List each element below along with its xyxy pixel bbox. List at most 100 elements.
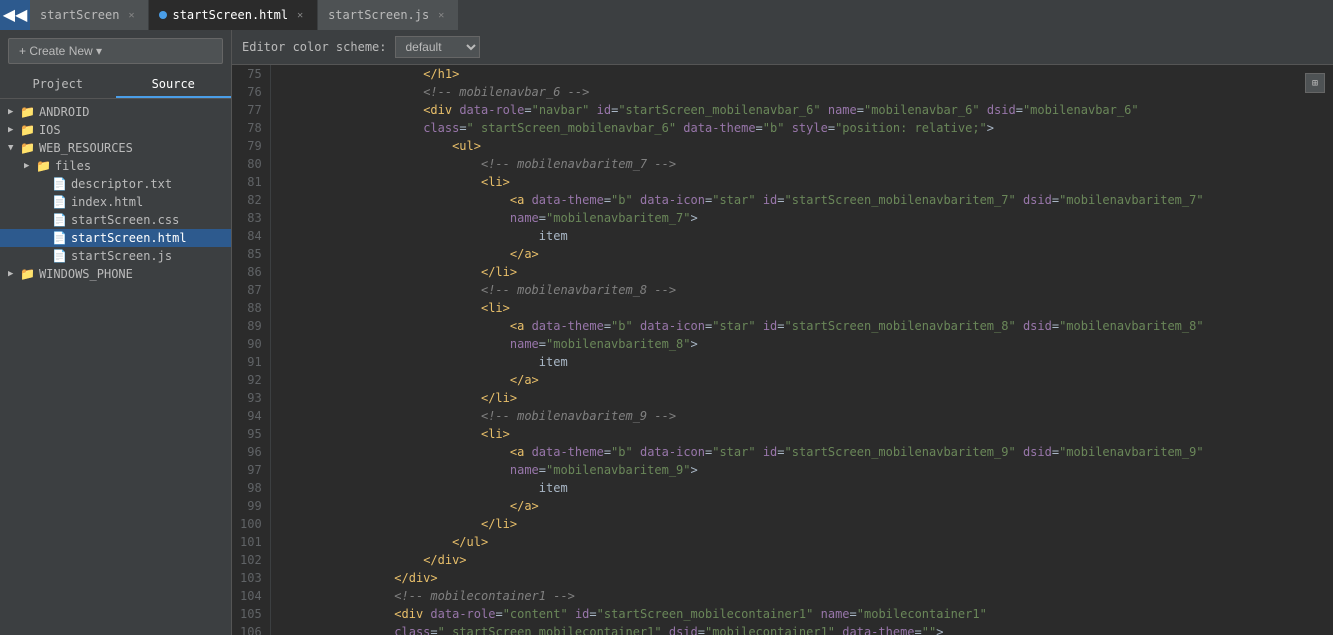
tree-item-label: WEB_RESOURCES [39,141,133,155]
line-number: 92 [240,371,262,389]
code-line: <a data-theme="b" data-icon="star" id="s… [279,443,1325,461]
code-line: name="mobilenavbaritem_9"> [279,461,1325,479]
line-number: 77 [240,101,262,119]
editor-content: 7576777879808182838485868788899091929394… [232,65,1333,635]
color-scheme-select[interactable]: default dark light [395,36,480,58]
arrow-icon: ▶ [8,107,20,117]
tree-item-label: startScreen.js [71,249,172,263]
line-numbers: 7576777879808182838485868788899091929394… [232,65,271,635]
editor-wrapper: 7576777879808182838485868788899091929394… [232,65,1333,635]
create-new-button[interactable]: + Create New ▾ [8,38,223,64]
code-line: </li> [279,263,1325,281]
code-line: </li> [279,389,1325,407]
close-icon[interactable]: ✕ [293,8,307,22]
code-line: <div data-role="content" id="startScreen… [279,605,1325,623]
code-line: <li> [279,173,1325,191]
line-number: 105 [240,605,262,623]
code-line: <ul> [279,137,1325,155]
line-number: 102 [240,551,262,569]
line-number: 106 [240,623,262,635]
tree-item-label: startScreen.css [71,213,179,227]
tree-item-label: descriptor.txt [71,177,172,191]
code-line: <li> [279,425,1325,443]
tree-item-startscreen-html[interactable]: ▶ 📄 startScreen.html [0,229,231,247]
tree-item-label: ANDROID [39,105,90,119]
code-line: item [279,227,1325,245]
editor-area: Editor color scheme: default dark light … [232,30,1333,635]
tree-item-index-html[interactable]: ▶ 📄 index.html [0,193,231,211]
tree-item-web-resources[interactable]: ▼ 📁 WEB_RESOURCES [0,139,231,157]
code-line: <!-- mobilenavbar_6 --> [279,83,1325,101]
tab-bar: ◀◀ startScreen ✕ startScreen.html ✕ star… [0,0,1333,30]
code-line: <!-- mobilenavbaritem_8 --> [279,281,1325,299]
code-line: item [279,479,1325,497]
line-number: 86 [240,263,262,281]
line-number: 85 [240,245,262,263]
tab-startScreen[interactable]: startScreen ✕ [30,0,149,30]
arrow-icon: ▶ [24,161,36,171]
arrow-icon: ▶ [8,269,20,279]
arrow-icon: ▼ [8,143,20,153]
folder-icon: 📁 [20,123,35,137]
code-line: </li> [279,515,1325,533]
tree-item-files[interactable]: ▶ 📁 files [0,157,231,175]
line-number: 97 [240,461,262,479]
line-number: 95 [240,425,262,443]
line-number: 100 [240,515,262,533]
code-view[interactable]: </h1> <!-- mobilenavbar_6 --> <div data-… [271,65,1333,635]
tab-project[interactable]: Project [0,72,116,98]
tree-item-windows-phone[interactable]: ▶ 📁 WINDOWS_PHONE [0,265,231,283]
tab-label: startScreen.js [328,8,429,22]
code-line: </h1> [279,65,1325,83]
tree-item-label: IOS [39,123,61,137]
line-number: 87 [240,281,262,299]
line-number: 78 [240,119,262,137]
line-number: 76 [240,83,262,101]
line-number: 81 [240,173,262,191]
code-line: <!-- mobilenavbaritem_7 --> [279,155,1325,173]
code-line: name="mobilenavbaritem_8"> [279,335,1325,353]
tab-source[interactable]: Source [116,72,232,98]
code-line: class=" startScreen_mobilecontainer1" ds… [279,623,1325,635]
close-icon[interactable]: ✕ [124,8,138,22]
modified-dot [159,11,167,19]
folder-icon: 📁 [36,159,51,173]
code-line: name="mobilenavbaritem_7"> [279,209,1325,227]
file-icon: 📄 [52,195,67,209]
line-number: 94 [240,407,262,425]
tree-item-descriptor-txt[interactable]: ▶ 📄 descriptor.txt [0,175,231,193]
code-line: </a> [279,371,1325,389]
sidebar: + Create New ▾ Project Source ▶ 📁 ANDROI… [0,30,232,635]
folder-icon: 📁 [20,141,35,155]
line-number: 96 [240,443,262,461]
line-number: 90 [240,335,262,353]
line-number: 88 [240,299,262,317]
folder-icon: 📁 [20,267,35,281]
code-line: </div> [279,569,1325,587]
tree-item-ios[interactable]: ▶ 📁 IOS [0,121,231,139]
color-scheme-label: Editor color scheme: [242,40,387,54]
file-icon: 📄 [52,231,67,245]
expand-button[interactable]: ⊞ [1305,73,1325,93]
file-icon: 📄 [52,213,67,227]
line-number: 104 [240,587,262,605]
code-line: </a> [279,245,1325,263]
close-icon[interactable]: ✕ [434,8,448,22]
tree-item-label: WINDOWS_PHONE [39,267,133,281]
tab-startScreen-js[interactable]: startScreen.js ✕ [318,0,459,30]
tree-item-startscreen-css[interactable]: ▶ 📄 startScreen.css [0,211,231,229]
code-line: <div data-role="navbar" id="startScreen_… [279,101,1325,119]
file-icon: 📄 [52,177,67,191]
line-number: 93 [240,389,262,407]
editor-toolbar: Editor color scheme: default dark light [232,30,1333,65]
line-number: 82 [240,191,262,209]
tree-item-android[interactable]: ▶ 📁 ANDROID [0,103,231,121]
tree-item-label: files [55,159,91,173]
tree-item-label: startScreen.html [71,231,187,245]
tree-item-startscreen-js[interactable]: ▶ 📄 startScreen.js [0,247,231,265]
line-number: 91 [240,353,262,371]
tab-label: startScreen [40,8,119,22]
tab-startScreen-html[interactable]: startScreen.html ✕ [149,0,318,30]
back-button[interactable]: ◀◀ [0,0,30,30]
code-line: <a data-theme="b" data-icon="star" id="s… [279,317,1325,335]
